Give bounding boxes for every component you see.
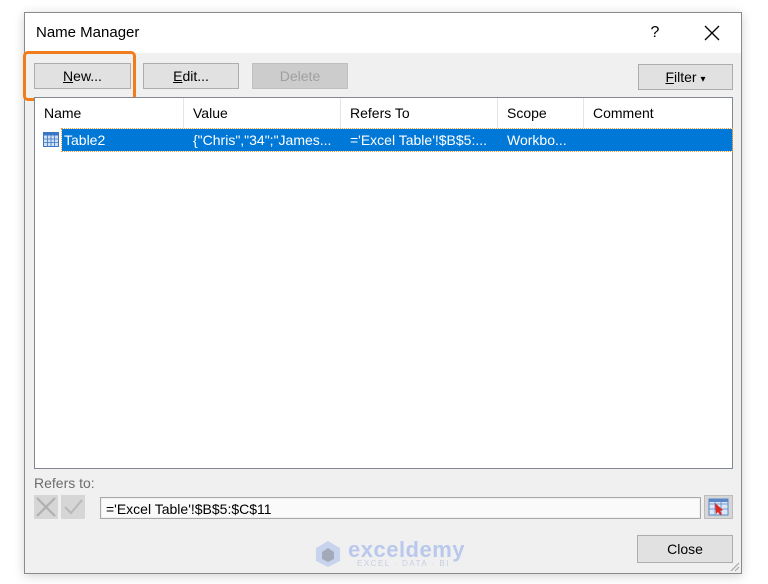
close-icon[interactable] [698,19,726,47]
column-header-value[interactable]: Value [184,98,341,128]
new-button-highlight [23,51,136,101]
collapse-dialog-icon[interactable] [704,495,733,519]
help-button[interactable]: ? [641,19,669,47]
table-row[interactable]: Table2 {"Chris","34";"James... ='Excel T… [61,128,733,152]
edit-button[interactable]: Edit... [143,63,239,89]
names-list[interactable]: Name Value Refers To Scope Comment Table… [34,97,733,469]
filter-button[interactable]: Filter ▾ [638,64,733,90]
cancel-x-icon[interactable] [34,495,58,519]
column-header-name[interactable]: Name [35,98,184,128]
refers-to-label: Refers to: [34,475,95,491]
column-header-comment[interactable]: Comment [584,98,732,128]
close-button[interactable]: Close [637,535,733,563]
title-bar: Name Manager ? [25,13,741,53]
column-header-refers-to[interactable]: Refers To [341,98,498,128]
row-scope: Workbo... [507,132,567,148]
dialog-title: Name Manager [36,24,140,41]
exceldemy-watermark: exceldemy EXCEL · DATA · BI [313,537,465,571]
chevron-down-icon: ▾ [700,74,706,85]
refers-to-input[interactable]: ='Excel Table'!$B$5:$C$11 [100,497,701,519]
name-manager-dialog: Name Manager ? New... Edit... Delete Fil… [23,12,742,574]
list-header: Name Value Refers To Scope Comment [35,98,732,128]
row-refers-to: ='Excel Table'!$B$5:... [350,132,488,148]
resize-grip-icon[interactable] [728,560,740,572]
row-name: Table2 [64,132,106,148]
checkmark-icon[interactable] [61,495,85,519]
column-header-scope[interactable]: Scope [498,98,584,128]
delete-button[interactable]: Delete [252,63,348,89]
row-value: {"Chris","34";"James... [193,132,332,148]
exceldemy-logo-icon [316,541,340,567]
table-icon [43,132,59,147]
